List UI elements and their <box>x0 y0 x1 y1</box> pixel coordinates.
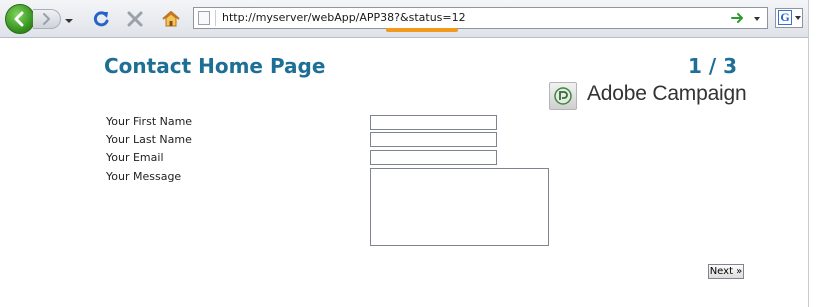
address-dropdown-icon[interactable] <box>753 16 761 22</box>
last-name-input[interactable] <box>370 132 497 147</box>
back-button[interactable] <box>5 4 35 34</box>
address-text[interactable]: http://myserver/webApp/APP38?&status=12 <box>222 11 466 24</box>
forward-button[interactable] <box>33 9 61 29</box>
stop-button[interactable] <box>125 9 145 29</box>
next-button[interactable]: Next » <box>708 264 744 279</box>
browser-toolbar: http://myserver/webApp/APP38?&status=12 … <box>0 0 810 38</box>
first-name-input[interactable] <box>370 115 497 130</box>
last-name-label: Your Last Name <box>106 133 192 146</box>
campaign-logo-icon <box>554 87 572 105</box>
page-title: Contact Home Page <box>104 54 326 78</box>
first-name-label: Your First Name <box>106 115 193 128</box>
address-bar[interactable]: http://myserver/webApp/APP38?&status=12 <box>193 7 768 29</box>
home-button[interactable] <box>161 9 181 29</box>
chevron-down-icon <box>65 19 73 23</box>
email-label: Your Email <box>106 151 164 164</box>
page-counter: 1 / 3 <box>688 54 738 78</box>
email-input[interactable] <box>370 150 497 165</box>
logo-badge <box>549 82 577 110</box>
window-edge <box>808 0 824 307</box>
message-label: Your Message <box>106 170 182 183</box>
home-icon <box>162 11 180 27</box>
reload-button[interactable] <box>91 9 111 29</box>
history-dropdown[interactable] <box>64 12 74 24</box>
page-icon <box>198 11 210 25</box>
arrow-right-icon <box>43 13 50 25</box>
arrow-left-icon <box>14 11 24 27</box>
logo-text: Adobe Campaign <box>587 82 747 105</box>
message-textarea[interactable] <box>370 168 549 246</box>
url-highlight-marker <box>386 28 458 32</box>
search-engine-button[interactable]: G <box>775 8 803 28</box>
google-icon: G <box>778 10 792 25</box>
chevron-down-icon <box>795 16 801 20</box>
stop-icon <box>127 11 143 27</box>
go-arrow-icon[interactable] <box>731 12 745 24</box>
reload-icon <box>93 11 109 27</box>
address-separator <box>215 10 216 26</box>
